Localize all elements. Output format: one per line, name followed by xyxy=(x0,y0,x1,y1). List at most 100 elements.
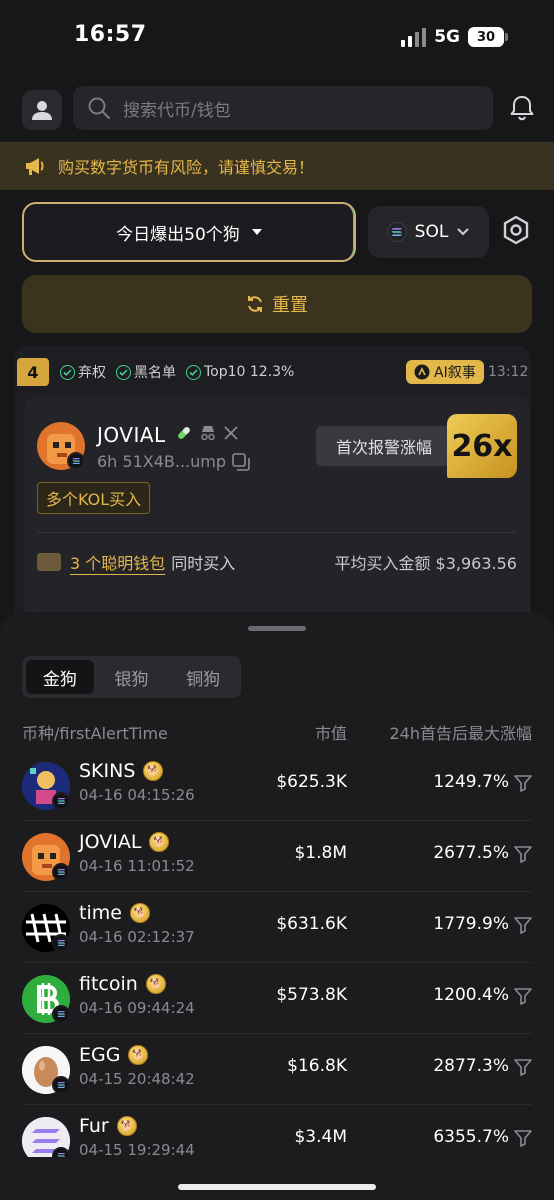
smart-wallet-suffix: 同时买入 xyxy=(171,554,236,573)
sol-badge-icon xyxy=(52,934,70,952)
first-alert-time: 04-16 02:12:37 xyxy=(79,928,195,946)
table-row[interactable]: SKINS 🐕 04-16 04:15:26 $625.3K 1249.7% xyxy=(0,750,554,821)
reset-label: 重置 xyxy=(272,295,308,316)
chain-label: SOL xyxy=(414,222,449,242)
max-gain: 1200.4% xyxy=(433,985,509,1005)
token-name: time 🐕 xyxy=(79,902,150,924)
pill-icon[interactable] xyxy=(175,424,193,442)
megaphone-icon xyxy=(26,158,44,175)
avg-buy-amount: 平均买入金额 $3,963.56 xyxy=(334,554,517,573)
funnel-icon[interactable] xyxy=(514,1129,532,1147)
chain-selector[interactable]: SOL xyxy=(368,206,489,258)
table-row[interactable]: JOVIAL 🐕 04-16 11:01:52 $1.8M 2677.5% xyxy=(0,821,554,892)
funnel-icon[interactable] xyxy=(514,1058,532,1076)
table-row[interactable]: EGG 🐕 04-15 20:48:42 $16.8K 2877.3% xyxy=(0,1034,554,1105)
table-row[interactable]: time 🐕 04-16 02:12:37 $631.6K 1779.9% xyxy=(0,892,554,963)
token-name: JOVIAL 🐕 xyxy=(79,831,170,853)
token-symbol: EGG xyxy=(79,1044,121,1066)
coin-address: 6h 51X4B...ump xyxy=(97,452,227,471)
ai-narrative-button[interactable]: AI叙事 xyxy=(406,360,484,384)
tier-tabs: 金狗 银狗 铜狗 xyxy=(22,656,241,698)
header-mcap: 市值 xyxy=(314,724,347,743)
status-time: 16:57 xyxy=(74,22,147,47)
tag-label: Top10 12.3% xyxy=(204,364,295,380)
table-row[interactable]: Fur 🐕 04-15 19:29:44 $3.4M 6355.7% xyxy=(0,1105,554,1157)
reset-button[interactable]: 重置 xyxy=(22,275,532,333)
medal-icon: 🐕 xyxy=(129,903,150,923)
coin-links xyxy=(175,424,239,442)
medal-icon: 🐕 xyxy=(128,1045,149,1065)
card-divider xyxy=(37,532,517,533)
max-gain: 2877.3% xyxy=(433,1056,509,1076)
chevron-down-icon xyxy=(457,228,470,236)
alert-multiplier: 26x xyxy=(447,414,517,478)
tab-gold[interactable]: 金狗 xyxy=(26,660,94,694)
x-icon[interactable] xyxy=(223,425,239,441)
tag-label: 黑名单 xyxy=(134,365,176,381)
token-name: SKINS 🐕 xyxy=(79,760,164,782)
risk-text: 购买数字货币有风险，请谨慎交易！ xyxy=(58,158,315,177)
check-icon xyxy=(116,364,131,380)
coin-meta: 6h 51X4B...ump xyxy=(97,452,250,471)
bell-icon[interactable] xyxy=(508,94,536,122)
funnel-icon[interactable] xyxy=(514,916,532,934)
header-gain: 24h首告后最大涨幅 xyxy=(389,724,532,743)
token-symbol: fitcoin xyxy=(79,973,138,995)
tab-bronze[interactable]: 铜狗 xyxy=(169,660,237,694)
max-gain: 2677.5% xyxy=(433,843,509,863)
market-cap: $1.8M xyxy=(294,843,347,863)
signal-icon xyxy=(401,27,427,47)
incognito-icon[interactable] xyxy=(199,424,217,442)
market-cap: $625.3K xyxy=(276,772,347,792)
funnel-icon[interactable] xyxy=(514,774,532,792)
token-symbol: time xyxy=(79,902,122,924)
coin-name: JOVIAL xyxy=(97,423,166,447)
status-bar: 16:57 5G 30 xyxy=(0,0,554,76)
settings-hex-icon[interactable] xyxy=(500,214,532,248)
smart-wallet-link[interactable]: 3 个聪明钱包 xyxy=(70,550,165,574)
check-icon xyxy=(60,364,75,380)
tag-label: 弃权 xyxy=(78,365,106,381)
sol-badge-icon xyxy=(52,1076,70,1094)
sol-icon xyxy=(386,222,407,242)
home-indicator[interactable] xyxy=(178,1184,376,1190)
token-symbol: Fur xyxy=(79,1115,109,1137)
tab-silver[interactable]: 银狗 xyxy=(98,660,166,694)
user-icon xyxy=(32,101,52,120)
first-alert-time: 04-16 11:01:52 xyxy=(79,857,195,875)
kol-tag: 多个KOL买入 xyxy=(37,482,151,514)
token-symbol: JOVIAL xyxy=(79,831,142,853)
tag-renounced: 弃权 xyxy=(60,362,106,382)
battery-icon: 30 xyxy=(468,27,508,47)
first-alert-time: 04-16 04:15:26 xyxy=(79,786,195,804)
ai-label: AI叙事 xyxy=(434,365,476,381)
max-gain: 6355.7% xyxy=(433,1127,509,1147)
search-placeholder: 搜索代币/钱包 xyxy=(123,100,231,121)
max-gain: 1249.7% xyxy=(433,772,509,792)
risk-tags: 弃权 黑名单 Top10 12.3% xyxy=(60,362,294,382)
battery-level: 30 xyxy=(476,29,496,45)
sheet-grabber[interactable] xyxy=(248,626,306,631)
dog-count-label: 今日爆出50个狗 xyxy=(116,224,240,245)
market-cap: $3.4M xyxy=(294,1127,347,1147)
token-name: Fur 🐕 xyxy=(79,1115,137,1137)
funnel-icon[interactable] xyxy=(514,987,532,1005)
sol-badge-icon xyxy=(52,792,70,810)
first-alert-time: 04-15 19:29:44 xyxy=(79,1141,195,1157)
token-name: EGG 🐕 xyxy=(79,1044,149,1066)
caret-down-icon xyxy=(251,229,262,235)
table-row[interactable]: fitcoin 🐕 04-16 09:44:24 $573.8K 1200.4% xyxy=(0,963,554,1034)
risk-banner: 购买数字货币有风险，请谨慎交易！ xyxy=(0,142,554,190)
token-symbol: SKINS xyxy=(79,760,136,782)
sol-badge-icon xyxy=(67,452,85,470)
dog-count-dropdown[interactable]: 今日爆出50个狗 xyxy=(22,202,356,262)
funnel-icon[interactable] xyxy=(514,845,532,863)
search-input[interactable]: 搜索代币/钱包 xyxy=(73,86,493,130)
sol-badge-icon xyxy=(52,863,70,881)
first-alert-time: 04-15 20:48:42 xyxy=(79,1070,195,1088)
copy-icon[interactable] xyxy=(232,452,250,471)
medal-icon: 🐕 xyxy=(149,832,170,852)
profile-button[interactable] xyxy=(22,90,62,130)
market-cap: $631.6K xyxy=(276,914,347,934)
network-type: 5G xyxy=(434,27,460,47)
